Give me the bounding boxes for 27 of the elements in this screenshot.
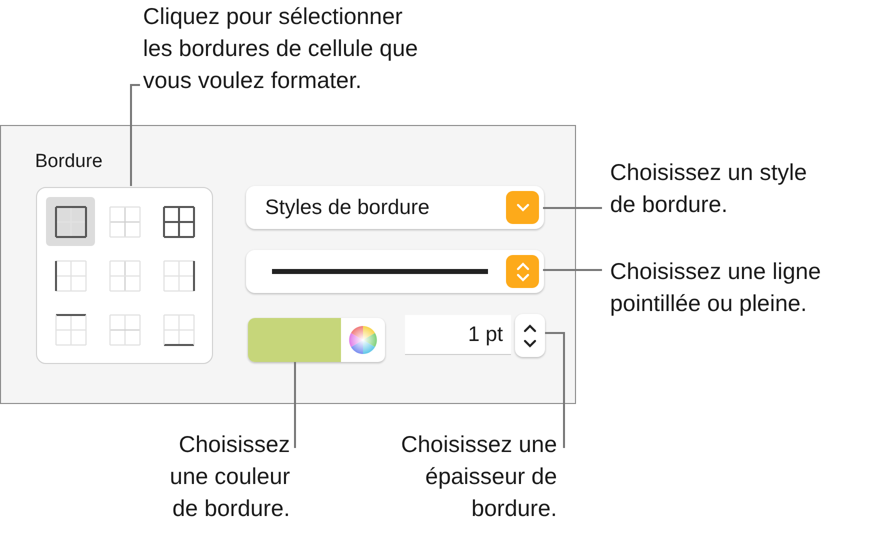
border-style-popup[interactable]: Styles de bordure xyxy=(246,186,544,229)
border-icon xyxy=(54,258,88,292)
callout-text: Choisissez une couleur de bordure. xyxy=(170,430,290,523)
color-well[interactable] xyxy=(248,318,385,362)
callout-text: Choisissez un style de bordure. xyxy=(610,158,807,219)
leader-line xyxy=(543,269,602,271)
leader-line xyxy=(543,207,602,209)
callout-text: Choisissez une ligne pointillée ou pleine. xyxy=(610,257,821,318)
border-icon xyxy=(162,258,196,292)
callout-text: Cliquez pour sélectionner les bordures de cellule que vous voulez formater. xyxy=(143,2,418,95)
color-swatch[interactable] xyxy=(248,318,341,362)
border-icon xyxy=(54,204,88,238)
line-style-popup[interactable] xyxy=(246,250,544,293)
chevron-down-icon xyxy=(506,191,539,224)
callout-text: Choisissez une épaisseur de bordure. xyxy=(401,430,557,523)
section-title: Bordure xyxy=(35,150,103,174)
border-width-field[interactable]: 1 pt xyxy=(405,315,511,355)
color-wheel-icon[interactable] xyxy=(348,325,378,355)
border-icon xyxy=(108,204,142,238)
border-icon xyxy=(162,312,196,346)
border-icon xyxy=(54,312,88,346)
border-icon xyxy=(108,258,142,292)
border-icon xyxy=(162,204,196,238)
width-stepper[interactable] xyxy=(515,314,545,357)
border-option[interactable] xyxy=(46,197,95,246)
border-icon xyxy=(108,312,142,346)
up-down-chevron-icon xyxy=(506,255,539,288)
